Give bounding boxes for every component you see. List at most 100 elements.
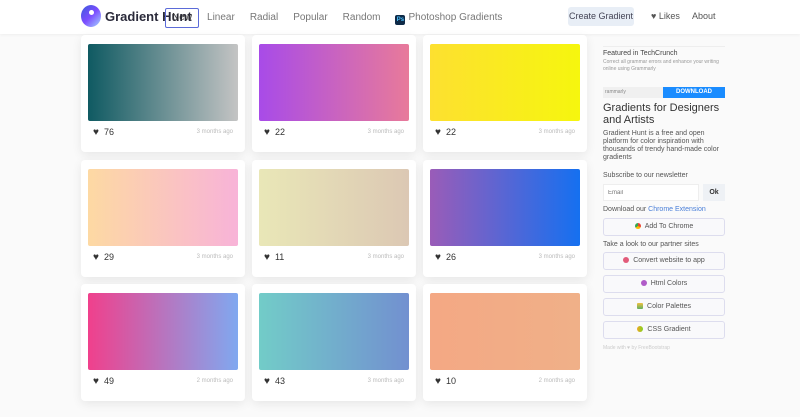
main-nav: New Linear Radial Popular Random Ps Photo… bbox=[165, 8, 517, 28]
card-age: 3 months ago bbox=[538, 129, 575, 135]
partners-label: Take a look to our partner sites bbox=[603, 241, 699, 248]
gradient-card[interactable]: ♥ 22 3 months ago bbox=[252, 35, 416, 152]
card-footer: ♥ 76 3 months ago bbox=[93, 125, 233, 139]
like-count: 43 bbox=[274, 376, 285, 386]
email-input[interactable] bbox=[603, 184, 699, 201]
sidebar-heading: Gradients for Designers and Artists bbox=[603, 102, 720, 126]
nav-item-new[interactable]: New bbox=[165, 8, 200, 28]
partner-label: Color Palettes bbox=[647, 303, 691, 310]
likes-link[interactable]: ♥ Likes bbox=[651, 11, 680, 21]
partner-label: Convert website to app bbox=[633, 257, 705, 264]
like-count: 26 bbox=[445, 252, 456, 262]
gradient-swatch[interactable] bbox=[259, 169, 409, 246]
gradient-swatch[interactable] bbox=[88, 293, 238, 370]
card-footer: ♥ 49 2 months ago bbox=[93, 374, 233, 388]
heart-icon[interactable]: ♥ bbox=[435, 127, 441, 138]
ad-name: rammarly bbox=[605, 89, 626, 95]
gradient-card[interactable]: ♥ 22 3 months ago bbox=[423, 35, 587, 152]
css-gradient-icon bbox=[637, 326, 644, 332]
gradient-swatch[interactable] bbox=[259, 293, 409, 370]
photoshop-icon: Ps bbox=[395, 15, 406, 25]
like-count: 11 bbox=[274, 252, 285, 262]
heart-icon[interactable]: ♥ bbox=[264, 127, 270, 138]
card-age: 3 months ago bbox=[367, 254, 404, 260]
gradient-swatch[interactable] bbox=[430, 44, 580, 121]
about-link[interactable]: About bbox=[692, 11, 716, 21]
heart-icon: ♥ bbox=[651, 11, 657, 21]
app-icon bbox=[623, 257, 630, 263]
partner-color-palettes-button[interactable]: Color Palettes bbox=[603, 298, 725, 316]
nav-item-random[interactable]: Random bbox=[343, 9, 381, 27]
html-colors-icon bbox=[640, 280, 647, 286]
card-age: 3 months ago bbox=[538, 254, 575, 260]
gradient-swatch[interactable] bbox=[259, 44, 409, 121]
gradient-swatch[interactable] bbox=[430, 293, 580, 370]
nav-item-linear[interactable]: Linear bbox=[207, 9, 235, 27]
partner-convert-app-button[interactable]: Convert website to app bbox=[603, 252, 725, 270]
gradient-card[interactable]: ♥ 11 3 months ago bbox=[252, 160, 416, 277]
card-footer: ♥ 10 2 months ago bbox=[435, 374, 575, 388]
card-footer: ♥ 26 3 months ago bbox=[435, 250, 575, 264]
nav-photoshop-label: Photoshop Gradients bbox=[408, 12, 503, 23]
card-footer: ♥ 43 3 months ago bbox=[264, 374, 404, 388]
ad-download-button[interactable]: DOWNLOAD bbox=[663, 87, 725, 98]
chrome-icon bbox=[634, 223, 641, 229]
gradient-card[interactable]: ♥ 49 2 months ago bbox=[81, 284, 245, 401]
card-age: 2 months ago bbox=[538, 378, 575, 384]
partner-label: Html Colors bbox=[650, 280, 688, 287]
add-to-chrome-button[interactable]: Add To Chrome bbox=[603, 218, 725, 236]
subscribe-ok-button[interactable]: Ok bbox=[703, 184, 725, 201]
card-footer: ♥ 22 3 months ago bbox=[264, 125, 404, 139]
chrome-extension-link[interactable]: Chrome Extension bbox=[648, 206, 706, 213]
card-footer: ♥ 11 3 months ago bbox=[264, 250, 404, 264]
card-footer: ♥ 29 3 months ago bbox=[93, 250, 233, 264]
subscribe-label: Subscribe to our newsletter bbox=[603, 172, 688, 179]
card-age: 2 months ago bbox=[196, 378, 233, 384]
ad-banner[interactable]: Featured in TechCrunch Correct all gramm… bbox=[603, 46, 725, 98]
nav-item-radial[interactable]: Radial bbox=[250, 9, 278, 27]
card-age: 3 months ago bbox=[367, 129, 404, 135]
card-age: 3 months ago bbox=[367, 378, 404, 384]
heart-icon[interactable]: ♥ bbox=[93, 252, 99, 263]
nav-item-photoshop[interactable]: Ps Photoshop Gradients bbox=[395, 9, 502, 27]
gradient-swatch[interactable] bbox=[88, 44, 238, 121]
nav-item-popular[interactable]: Popular bbox=[293, 9, 327, 27]
gradient-swatch[interactable] bbox=[430, 169, 580, 246]
gradient-hunt-logo-icon bbox=[81, 5, 101, 27]
gradient-card[interactable]: ♥ 26 3 months ago bbox=[423, 160, 587, 277]
like-count: 22 bbox=[274, 127, 285, 137]
partner-html-colors-button[interactable]: Html Colors bbox=[603, 275, 725, 293]
create-gradient-button[interactable]: Create Gradient bbox=[568, 7, 634, 26]
heart-icon[interactable]: ♥ bbox=[264, 376, 270, 387]
partner-label: CSS Gradient bbox=[647, 326, 691, 333]
ad-bar: rammarly DOWNLOAD bbox=[603, 87, 725, 98]
gradient-card[interactable]: ♥ 43 3 months ago bbox=[252, 284, 416, 401]
like-count: 22 bbox=[445, 127, 456, 137]
card-age: 3 months ago bbox=[196, 254, 233, 260]
like-count: 76 bbox=[103, 127, 114, 137]
ad-body: Correct all grammar errors and enhance y… bbox=[603, 59, 719, 72]
like-count: 10 bbox=[445, 376, 456, 386]
download-prefix: Download our bbox=[603, 206, 647, 213]
gradient-card[interactable]: ♥ 10 2 months ago bbox=[423, 284, 587, 401]
gradient-swatch[interactable] bbox=[88, 169, 238, 246]
card-age: 3 months ago bbox=[196, 129, 233, 135]
heart-icon[interactable]: ♥ bbox=[435, 376, 441, 387]
heart-icon[interactable]: ♥ bbox=[93, 127, 99, 138]
palette-icon bbox=[637, 303, 644, 309]
download-line: Download our Chrome Extension bbox=[603, 206, 706, 213]
like-count: 49 bbox=[103, 376, 114, 386]
gradient-card[interactable]: ♥ 76 3 months ago bbox=[81, 35, 245, 152]
partner-css-gradient-button[interactable]: CSS Gradient bbox=[603, 321, 725, 339]
like-count: 29 bbox=[103, 252, 114, 262]
card-footer: ♥ 22 3 months ago bbox=[435, 125, 575, 139]
gradient-card[interactable]: ♥ 29 3 months ago bbox=[81, 160, 245, 277]
add-chrome-label: Add To Chrome bbox=[644, 223, 694, 230]
heart-icon[interactable]: ♥ bbox=[264, 252, 270, 263]
heart-icon[interactable]: ♥ bbox=[93, 376, 99, 387]
likes-label: Likes bbox=[658, 11, 680, 21]
sidebar-footer: Made with ♥ by FreeBootstrap bbox=[603, 345, 670, 351]
sidebar-description: Gradient Hunt is a free and open platfor… bbox=[603, 130, 719, 161]
heart-icon[interactable]: ♥ bbox=[435, 252, 441, 263]
ad-title: Featured in TechCrunch bbox=[603, 50, 678, 57]
